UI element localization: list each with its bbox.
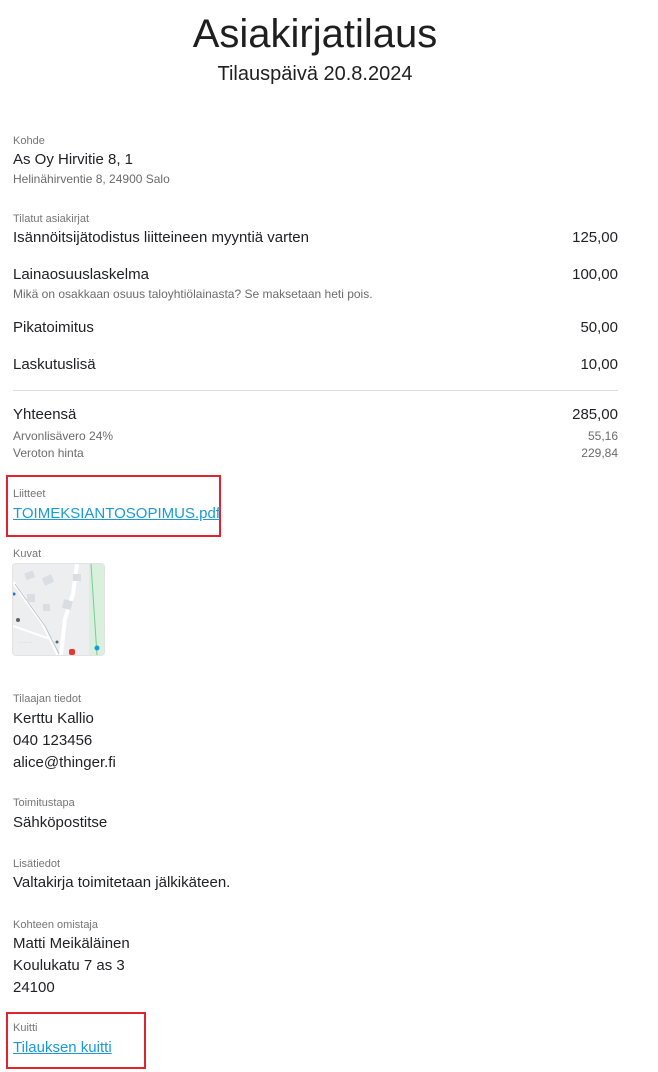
order-item-price: 50,00 [580, 319, 618, 336]
map-thumbnail-image: · · · · · · [13, 564, 104, 655]
property-name: As Oy Hirvitie 8, 1 [13, 151, 134, 168]
receipt-label: Kuitti [13, 1022, 38, 1034]
total-label: Yhteensä [13, 406, 77, 423]
net-price-label: Veroton hinta [13, 446, 84, 460]
delivery-method: Sähköpostitse [13, 814, 108, 831]
attachment-file-name[interactable]: TOIMEKSIANTOSOPIMUS.pdf [13, 505, 220, 522]
images-label: Kuvat [13, 548, 42, 560]
orderer-phone: 040 123456 [13, 732, 93, 749]
order-item-price: 100,00 [572, 266, 618, 283]
vat-value: 55,16 [587, 429, 618, 443]
owner-postal: 24100 [13, 979, 55, 996]
order-item-name: Isännöitsijätodistus liitteineen myyntiä… [13, 229, 309, 246]
order-item-name: Lainaosuuslaskelma [13, 266, 149, 283]
order-page: Asiakirjatilaus Tilauspäivä 20.8.2024 Ko… [0, 0, 658, 1072]
attachments-label: Liitteet [13, 488, 46, 500]
receipt-link[interactable]: Tilauksen kuitti [13, 1038, 112, 1058]
extra-info-label: Lisätiedot [13, 858, 61, 870]
order-item-name: Pikatoimitus [13, 319, 94, 336]
order-item-price: 10,00 [580, 356, 618, 373]
svg-text:· · · · · ·: · · · · · · [19, 640, 33, 645]
order-item-name: Laskutuslisä [13, 356, 96, 373]
total-value: 285,00 [572, 406, 618, 423]
map-thumbnail[interactable]: · · · · · · [13, 564, 104, 655]
orderer-name: Kerttu Kallio [13, 710, 94, 727]
totals-divider [13, 390, 618, 391]
receipt-link-text[interactable]: Tilauksen kuitti [13, 1039, 112, 1056]
property-address: Helinähirventie 8, 24900 Salo [13, 172, 170, 186]
attachment-file-link[interactable]: TOIMEKSIANTOSOPIMUS.pdf [13, 504, 220, 524]
order-date: Tilauspäivä 20.8.2024 [217, 63, 413, 85]
orderer-label: Tilaajan tiedot [13, 693, 82, 705]
extra-info-value: Valtakirja toimitetaan jälkikäteen. [13, 874, 231, 891]
property-label: Kohde [13, 135, 45, 147]
vat-label: Arvonlisävero 24% [13, 429, 114, 443]
ordered-documents-label: Tilatut asiakirjat [13, 213, 90, 225]
net-price-value: 229,84 [581, 446, 618, 460]
owner-street: Koulukatu 7 as 3 [13, 957, 125, 974]
orderer-email: alice@thinger.fi [13, 754, 116, 771]
order-item-note: Mikä on osakkaan osuus taloyhtiölainasta… [13, 287, 373, 301]
owner-label: Kohteen omistaja [13, 919, 98, 931]
owner-name: Matti Meikäläinen [13, 935, 130, 952]
delivery-label: Toimitustapa [13, 797, 75, 809]
page-title: Asiakirjatilaus [192, 12, 438, 56]
order-item-price: 125,00 [572, 229, 618, 246]
